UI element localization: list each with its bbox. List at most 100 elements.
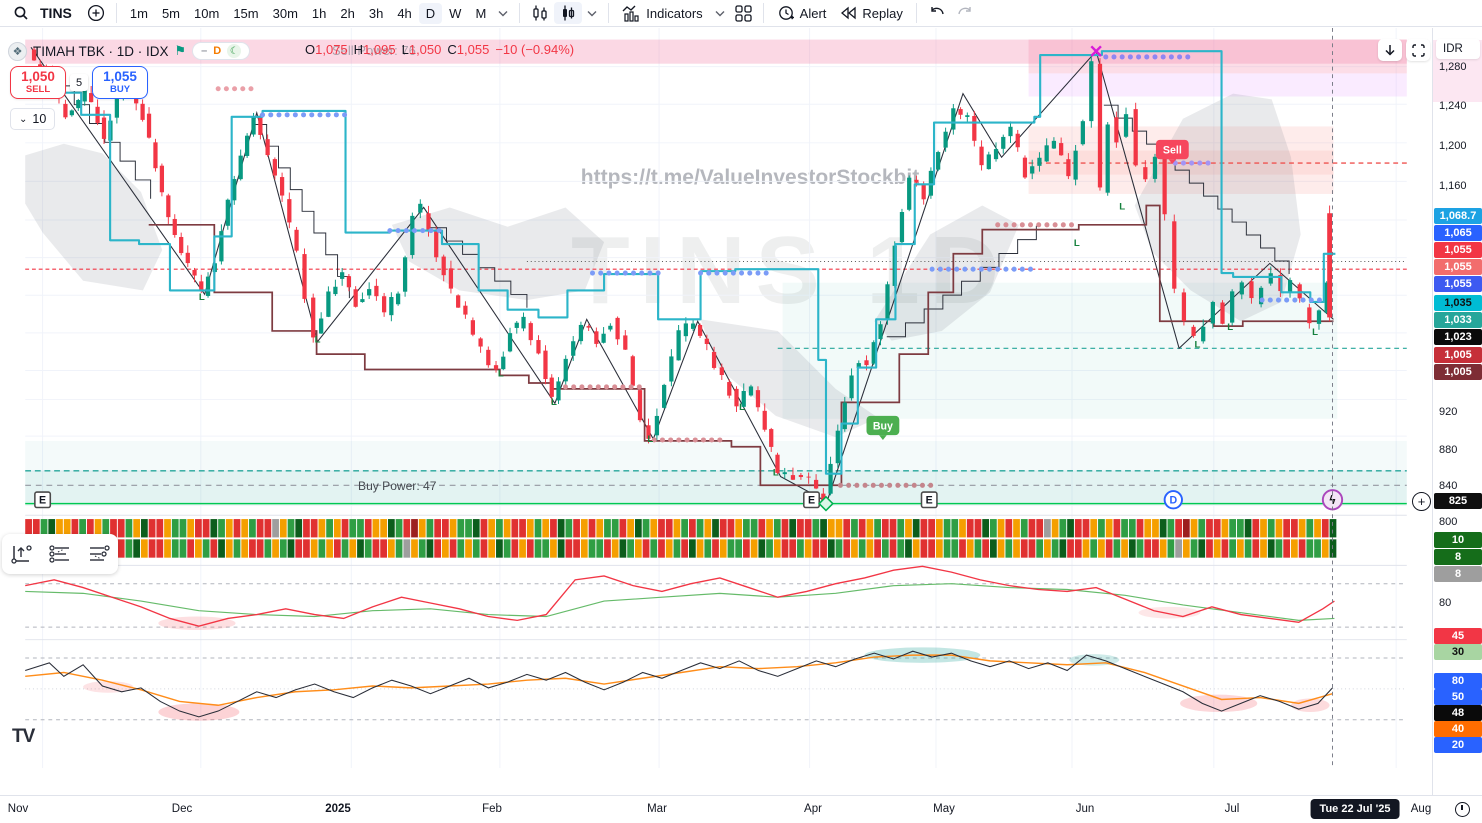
oscillator-pane-upper: [25, 565, 1407, 631]
change-value: −10 (−0.94%): [495, 42, 575, 57]
indicators-button[interactable]: Indicators: [615, 2, 709, 24]
levels-desc-icon[interactable]: [87, 542, 111, 566]
buy-button[interactable]: 1,055 BUY: [92, 66, 148, 99]
svg-text:L: L: [1194, 339, 1200, 350]
price-tag-label: 1,005: [1434, 347, 1482, 363]
timeframe-M[interactable]: M: [468, 3, 493, 24]
chart-pane[interactable]: https://t.me/ValueInvestorStockbit TINS …: [0, 28, 1432, 795]
svg-text:L: L: [773, 468, 779, 479]
timeframe-15m[interactable]: 15m: [226, 3, 265, 24]
indicators-chevron-icon[interactable]: [710, 2, 730, 24]
ohlc-readout: O1,075 H1,095 L1,050 C1,055 −10 (−0.94%): [305, 42, 575, 57]
svg-text:L: L: [647, 434, 653, 445]
add-order-plus-icon[interactable]: [1412, 492, 1431, 511]
price-tag-label: 10: [1434, 532, 1482, 548]
levels-asc-icon[interactable]: [48, 542, 72, 566]
price-tag-label: 40: [1434, 721, 1482, 737]
svg-text:L: L: [551, 397, 557, 408]
svg-text:L: L: [739, 402, 745, 413]
chart-axes-icon[interactable]: [9, 542, 33, 566]
scroll-to-latest-button[interactable]: [1378, 39, 1402, 61]
time-axis[interactable]: Tue 22 Jul '25 Nov Dec 2025 Feb Mar Apr May Jun…: [0, 795, 1482, 823]
time-label-2025: 2025: [325, 803, 351, 815]
currency-label[interactable]: IDR: [1436, 39, 1480, 59]
time-label-Jun: Jun: [1075, 803, 1095, 815]
toolbar-divider: [608, 3, 610, 23]
timeframe-group: 1m 5m 10m 15m 30m 1h 2h 3h 4h D W M: [123, 2, 493, 24]
minimize-icon[interactable]: –: [201, 45, 207, 57]
svg-text:L: L: [1119, 201, 1125, 212]
alert-clock-icon: [778, 6, 794, 20]
timeframe-30m[interactable]: 30m: [266, 3, 305, 24]
fullscreen-button[interactable]: [1406, 39, 1430, 61]
spread-value: 5: [70, 74, 88, 91]
signal-dots: [215, 54, 1322, 488]
symbol-logo-icon: ❖: [8, 41, 27, 61]
templates-grid-icon[interactable]: [730, 2, 757, 24]
price-grid-label: 80: [1439, 597, 1452, 609]
sell-button[interactable]: 1,050 SELL: [10, 66, 66, 99]
oscillator-pane-lower: [25, 647, 1407, 721]
price-tag-label: 1,005: [1434, 364, 1482, 380]
legend-symbol-title[interactable]: TIMAH TBK · 1D · IDX: [33, 44, 169, 59]
chevron-down-icon: ⌄: [19, 113, 28, 125]
quantity-dropdown[interactable]: ⌄ 10: [10, 108, 56, 130]
price-tag-label: 45: [1434, 628, 1482, 644]
svg-text:L: L: [1074, 238, 1080, 249]
timeframe-2h[interactable]: 2h: [333, 3, 361, 24]
price-grid-label: 1,240: [1439, 100, 1467, 112]
time-label-Feb: Feb: [482, 803, 502, 815]
crosshair-time-label: Tue 22 Jul '25: [1310, 799, 1400, 819]
time-label-Dec: Dec: [171, 803, 193, 815]
svg-text:E: E: [926, 495, 933, 507]
search-icon[interactable]: [8, 2, 34, 24]
candle-style-selected-icon[interactable]: [554, 2, 583, 24]
price-grid-label: 1,280: [1439, 61, 1467, 73]
tradingview-logo-icon[interactable]: TV: [12, 726, 35, 748]
candle-style-icon[interactable]: [526, 2, 554, 24]
indicators-icon: [622, 5, 639, 22]
redo-icon[interactable]: [951, 2, 979, 24]
timeframe-5m[interactable]: 5m: [155, 3, 187, 24]
price-tag-label: 1,055: [1434, 259, 1482, 275]
alert-button[interactable]: Alert: [770, 2, 834, 24]
price-tag-label: 1,065: [1434, 225, 1482, 241]
price-tag-label: 8: [1434, 549, 1482, 565]
timeframe-10m[interactable]: 10m: [187, 3, 226, 24]
buy-power-label: Buy Power: 47: [358, 479, 437, 493]
replay-button[interactable]: Replay: [833, 2, 909, 24]
trading-app: TINS 1m 5m 10m 15m 30m 1h 2h 3h 4h D W M Indicators: [0, 0, 1482, 823]
chart-canvas[interactable]: LLLLLLLLLLLLSellBuyEEEDϟBuy Power: 47: [0, 28, 1432, 795]
price-axis[interactable]: IDR 1,280 1,240 1,200 1,160 920 880 840 800 80 1,…: [1432, 28, 1482, 795]
time-label-Jul: Jul: [1224, 803, 1240, 815]
flag-icon[interactable]: ⚑: [175, 43, 187, 59]
time-label-Mar: Mar: [647, 803, 667, 815]
timeframe-D[interactable]: D: [418, 2, 443, 24]
style-chevron-icon[interactable]: [582, 2, 602, 24]
timeframe-1m[interactable]: 1m: [123, 3, 155, 24]
price-grid-label: 880: [1439, 444, 1458, 456]
price-grid-label: 1,160: [1439, 180, 1467, 192]
toolbar-divider: [519, 3, 521, 23]
add-symbol-icon[interactable]: [82, 2, 110, 24]
toolbar-divider: [915, 3, 917, 23]
price-tag-label: 50: [1434, 689, 1482, 705]
timeframe-1h[interactable]: 1h: [305, 3, 333, 24]
timeframe-chevron-icon[interactable]: [493, 2, 513, 24]
price-grid-label: 840: [1439, 480, 1458, 492]
price-tag-label: 825: [1434, 493, 1482, 509]
timeframe-W[interactable]: W: [442, 3, 468, 24]
price-tag-label: 1,033: [1434, 312, 1482, 328]
svg-text:L: L: [315, 335, 321, 346]
price-tag-label: 1,055: [1434, 276, 1482, 292]
price-tag-label: 48: [1434, 705, 1482, 721]
timeframe-3h[interactable]: 3h: [362, 3, 390, 24]
symbol-search-button[interactable]: TINS: [40, 5, 72, 21]
price-grid-label: 920: [1439, 406, 1458, 418]
timezone-clock-icon[interactable]: [1455, 802, 1470, 817]
undo-icon[interactable]: [923, 2, 951, 24]
time-label-Nov: Nov: [7, 803, 29, 815]
time-label-Aug: Aug: [1410, 803, 1432, 815]
legend-row: ❖ TIMAH TBK · 1D · IDX ⚑ – D ☾: [8, 40, 251, 62]
timeframe-4h[interactable]: 4h: [390, 3, 418, 24]
